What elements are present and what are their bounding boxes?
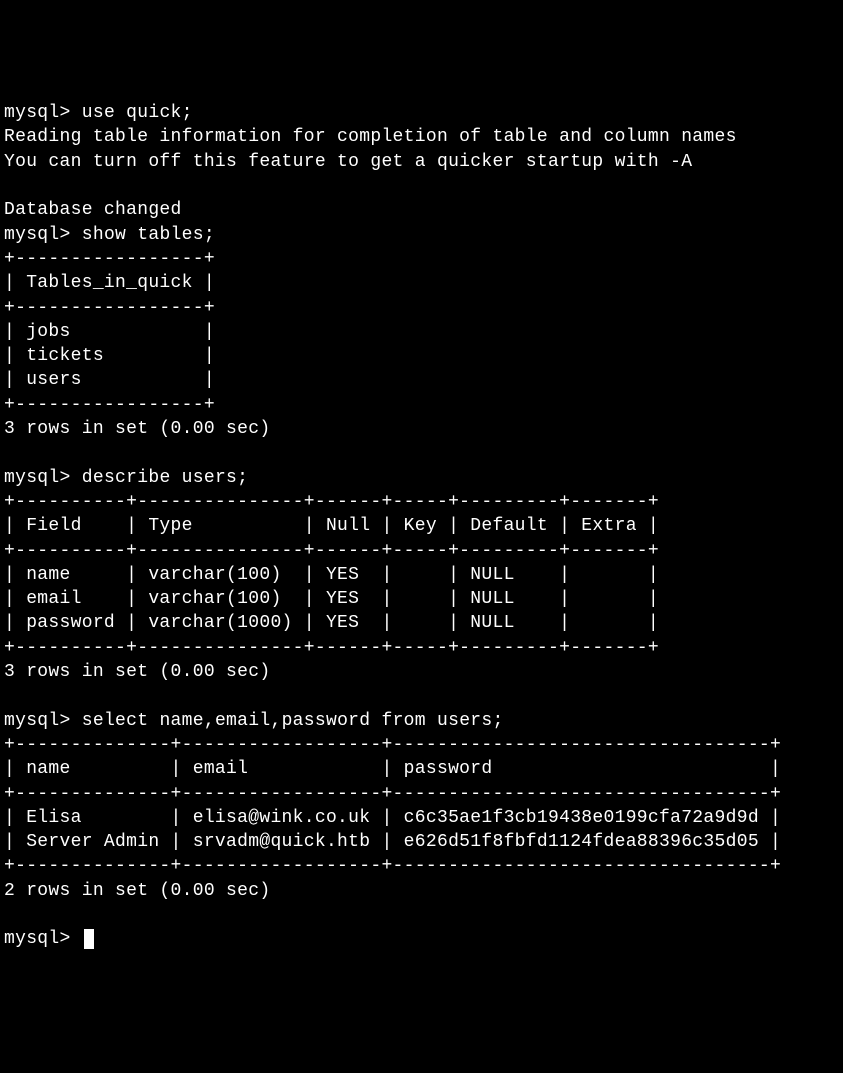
table-header: | name | email | password | [4, 759, 781, 779]
table-border: +-----------------+ [4, 249, 215, 269]
table-border: +-----------------+ [4, 298, 215, 318]
terminal-output: mysql> use quick; Reading table informat… [4, 101, 839, 951]
table-border: +--------------+------------------+-----… [4, 856, 781, 876]
command-select-users: select name,email,password from users; [82, 711, 504, 731]
table-border: +--------------+------------------+-----… [4, 784, 781, 804]
table-border: +-----------------+ [4, 395, 215, 415]
table-border: +----------+---------------+------+-----… [4, 541, 659, 561]
mysql-prompt: mysql> [4, 929, 71, 949]
msg-reading: Reading table information for completion… [4, 127, 737, 147]
mysql-prompt: mysql> [4, 225, 71, 245]
table-row: | users | [4, 370, 215, 390]
command-use-quick: use quick; [82, 103, 193, 123]
command-show-tables: show tables; [82, 225, 215, 245]
table-row: | tickets | [4, 346, 215, 366]
table-border: +--------------+------------------+-----… [4, 735, 781, 755]
msg-dbchanged: Database changed [4, 200, 182, 220]
table-border: +----------+---------------+------+-----… [4, 492, 659, 512]
table-row: | Server Admin | srvadm@quick.htb | e626… [4, 832, 781, 852]
msg-rowcount: 3 rows in set (0.00 sec) [4, 419, 270, 439]
table-row: | password | varchar(1000) | YES | | NUL… [4, 613, 659, 633]
table-border: +----------+---------------+------+-----… [4, 638, 659, 658]
table-row: | jobs | [4, 322, 215, 342]
table-row: | Elisa | elisa@wink.co.uk | c6c35ae1f3c… [4, 808, 781, 828]
table-row: | email | varchar(100) | YES | | NULL | … [4, 589, 659, 609]
mysql-prompt: mysql> [4, 103, 71, 123]
mysql-prompt: mysql> [4, 468, 71, 488]
msg-turnoff: You can turn off this feature to get a q… [4, 152, 692, 172]
terminal-cursor[interactable] [84, 929, 94, 949]
table-row: | name | varchar(100) | YES | | NULL | | [4, 565, 659, 585]
mysql-prompt: mysql> [4, 711, 71, 731]
table-header: | Tables_in_quick | [4, 273, 215, 293]
msg-rowcount: 3 rows in set (0.00 sec) [4, 662, 270, 682]
table-header: | Field | Type | Null | Key | Default | … [4, 516, 659, 536]
command-describe-users: describe users; [82, 468, 249, 488]
